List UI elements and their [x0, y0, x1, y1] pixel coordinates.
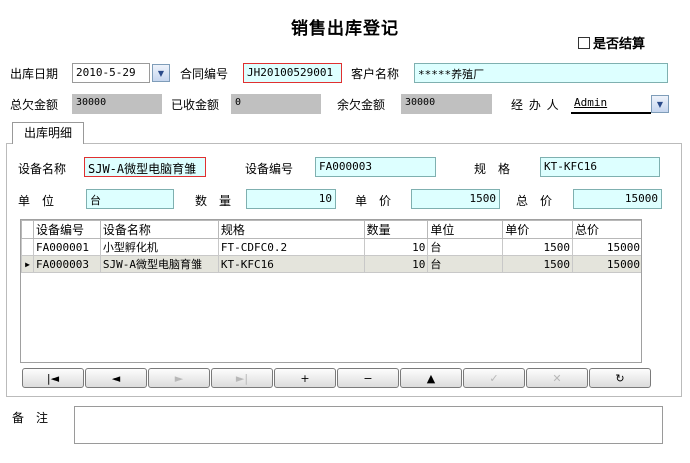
balance-field: 30000 [401, 94, 492, 114]
equip-no-field[interactable]: FA000003 [315, 157, 436, 177]
table-cell[interactable]: 1500 [502, 255, 574, 273]
unit-label: 单 位 [18, 194, 55, 208]
table-cell[interactable]: 15000 [572, 255, 641, 273]
contract-no-field[interactable]: JH20100529001 [243, 63, 342, 83]
equip-name-label: 设备名称 [18, 162, 67, 176]
table-cell[interactable]: FT-CDFC0.2 [217, 238, 365, 256]
total-owed-label: 总欠金额 [10, 98, 59, 112]
first-record-button[interactable]: |◄ [22, 368, 84, 388]
spec-label: 规 格 [474, 162, 511, 176]
add-record-button[interactable]: + [274, 368, 336, 388]
qty-label: 数 量 [195, 194, 232, 208]
last-record-button[interactable]: ►| [211, 368, 273, 388]
last-record-icon: ►| [235, 371, 249, 385]
received-label: 已收金额 [171, 98, 220, 112]
detail-grid[interactable]: 设备编号 设备名称 规格 数量 单位 单价 总价 FA000001 小型孵化机 FT-CDFC0… [20, 219, 642, 363]
first-record-icon: |◄ [46, 371, 60, 385]
settle-checkbox-group[interactable]: 是否结算 [578, 33, 645, 52]
price-label: 单 价 [355, 194, 392, 208]
refresh-button[interactable]: ↻ [589, 368, 651, 388]
edit-record-button[interactable]: ▲ [400, 368, 462, 388]
row-pointer-icon: ▶ [21, 255, 34, 273]
settle-checkbox[interactable] [578, 36, 590, 49]
table-cell[interactable]: 10 [363, 255, 429, 273]
unit-field[interactable]: 台 [86, 189, 174, 209]
add-record-icon: + [300, 371, 310, 385]
grid-column-header[interactable]: 数量 [363, 220, 429, 239]
date-dropdown-button[interactable]: ▼ [152, 64, 170, 82]
grid-column-header[interactable]: 单位 [427, 220, 504, 239]
table-cell[interactable]: 15000 [572, 238, 641, 256]
table-cell[interactable]: 10 [363, 238, 429, 256]
received-field: 0 [231, 94, 321, 114]
price-field[interactable]: 1500 [411, 189, 500, 209]
next-record-icon: ► [174, 371, 184, 385]
grid-header-row: 设备编号 设备名称 规格 数量 单位 单价 总价 [21, 220, 641, 239]
customer-field[interactable]: *****养殖厂 [414, 63, 668, 83]
settle-label: 是否结算 [593, 37, 646, 52]
grid-column-header[interactable]: 规格 [217, 220, 365, 239]
total-label: 总 价 [516, 194, 553, 208]
table-row[interactable]: ▶ FA000003 SJW-A微型电脑育雏 KT-KFC16 10 台 1500 15000 [21, 255, 641, 273]
record-navigator: |◄ ◄ ► ►| + − ▲ ✓ ✕ ↻ [22, 368, 656, 390]
total-owed-field: 30000 [72, 94, 162, 114]
next-record-button[interactable]: ► [148, 368, 210, 388]
table-row[interactable]: FA000001 小型孵化机 FT-CDFC0.2 10 台 1500 15000 [21, 238, 641, 256]
grid-column-header[interactable]: 设备编号 [32, 220, 101, 239]
grid-column-header[interactable]: 单价 [502, 220, 574, 239]
table-cell[interactable]: 台 [427, 255, 504, 273]
handler-field[interactable]: Admin [571, 94, 651, 114]
grid-column-header[interactable]: 设备名称 [99, 220, 219, 239]
detail-table: 设备编号 设备名称 规格 数量 单位 单价 总价 FA000001 小型孵化机 FT-CDFC0… [21, 220, 641, 273]
grid-column-header[interactable]: 总价 [572, 220, 641, 239]
spec-field[interactable]: KT-KFC16 [540, 157, 660, 177]
handler-label: 经 办 人 [511, 98, 560, 112]
grid-indicator-header [21, 220, 34, 239]
table-cell[interactable]: 1500 [502, 238, 574, 256]
tab-outbound-detail[interactable]: 出库明细 [12, 122, 84, 144]
chevron-down-icon: ▼ [656, 99, 664, 109]
handler-dropdown-button[interactable]: ▼ [651, 95, 669, 113]
post-record-button[interactable]: ✓ [463, 368, 525, 388]
contract-no-label: 合同编号 [180, 67, 229, 81]
date-label: 出库日期 [10, 67, 59, 81]
prev-record-button[interactable]: ◄ [85, 368, 147, 388]
table-cell[interactable]: FA000003 [32, 255, 101, 273]
delete-record-icon: − [363, 371, 373, 385]
memo-label: 备 注 [12, 411, 49, 425]
balance-label: 余欠金额 [337, 98, 386, 112]
prev-record-icon: ◄ [111, 371, 121, 385]
table-cell[interactable]: SJW-A微型电脑育雏 [99, 255, 219, 273]
equip-name-field[interactable]: SJW-A微型电脑育雏 [84, 157, 206, 177]
delete-record-button[interactable]: − [337, 368, 399, 388]
table-cell[interactable]: 台 [427, 238, 504, 256]
qty-field[interactable]: 10 [246, 189, 336, 209]
customer-label: 客户名称 [351, 67, 400, 81]
table-cell[interactable]: FA000001 [32, 238, 101, 256]
cancel-edit-icon: ✕ [552, 371, 562, 385]
table-cell[interactable]: KT-KFC16 [217, 255, 365, 273]
edit-record-icon: ▲ [426, 371, 436, 385]
total-field[interactable]: 15000 [573, 189, 662, 209]
refresh-icon: ↻ [615, 371, 625, 385]
row-indicator [21, 238, 34, 256]
date-field[interactable]: 2010-5-29 [72, 63, 150, 83]
cancel-edit-button[interactable]: ✕ [526, 368, 588, 388]
equip-no-label: 设备编号 [245, 162, 294, 176]
post-record-icon: ✓ [489, 371, 499, 385]
memo-field[interactable] [74, 406, 663, 444]
table-cell[interactable]: 小型孵化机 [99, 238, 219, 256]
chevron-down-icon: ▼ [157, 68, 165, 78]
